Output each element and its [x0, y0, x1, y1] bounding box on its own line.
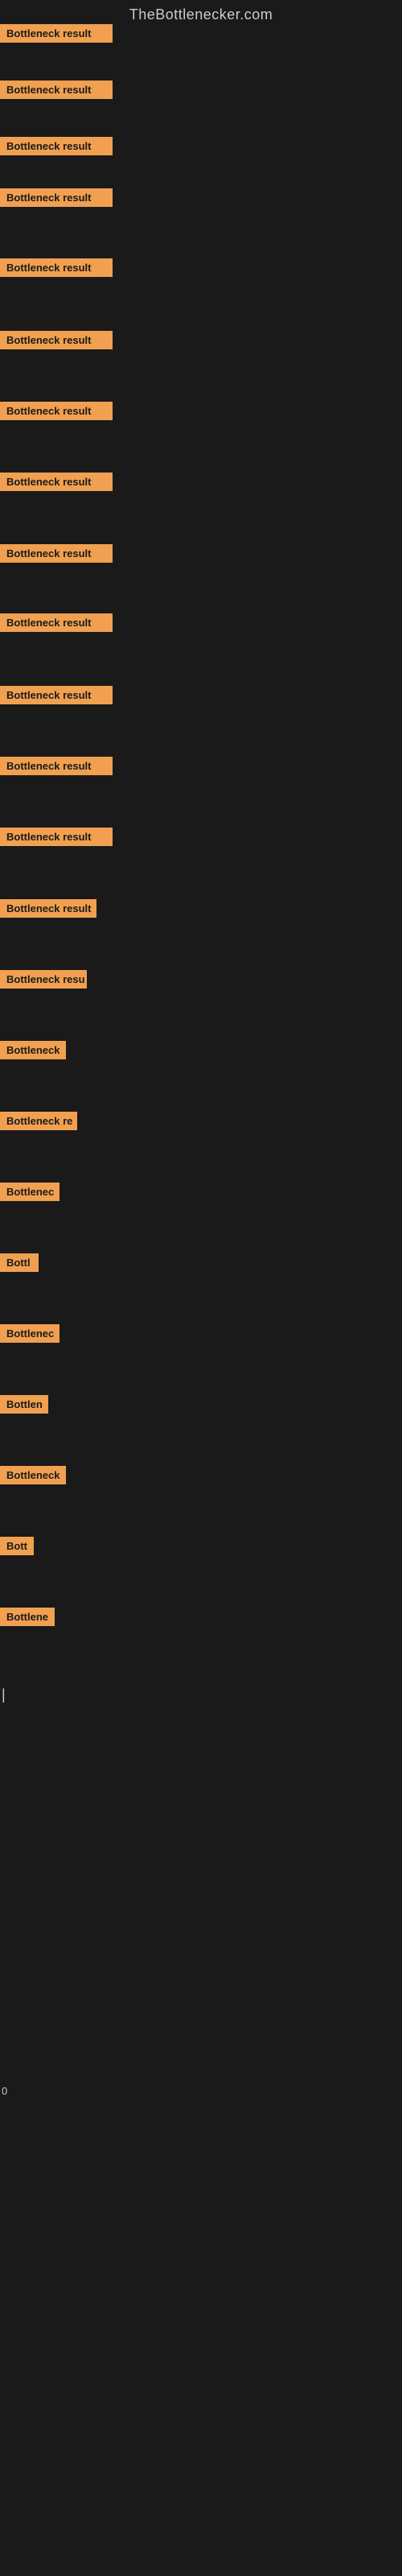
bottleneck-result-badge: Bottleneck result	[0, 137, 113, 155]
bottleneck-result-badge: Bottleneck result	[0, 402, 113, 420]
bottleneck-result-badge: Bottleneck result	[0, 24, 113, 43]
bottleneck-result-badge: Bottleneck result	[0, 473, 113, 491]
bottleneck-result-badge: Bottleneck result	[0, 613, 113, 632]
text-cursor: |	[2, 1686, 6, 1703]
bottleneck-result-badge: Bottleneck re	[0, 1112, 77, 1130]
bottleneck-result-badge: Bottleneck resu	[0, 970, 87, 989]
bottleneck-result-badge: Bottleneck result	[0, 331, 113, 349]
small-character: 0	[2, 2085, 7, 2097]
bottleneck-result-badge: Bottleneck result	[0, 80, 113, 99]
bottleneck-result-badge: Bottleneck result	[0, 686, 113, 704]
bottleneck-result-badge: Bott	[0, 1537, 34, 1555]
bottleneck-result-badge: Bottl	[0, 1253, 39, 1272]
bottleneck-result-badge: Bottleneck result	[0, 828, 113, 846]
bottleneck-result-badge: Bottleneck result	[0, 544, 113, 563]
bottleneck-result-badge: Bottleneck result	[0, 188, 113, 207]
bottleneck-result-badge: Bottlenec	[0, 1183, 59, 1201]
bottleneck-result-badge: Bottleneck	[0, 1041, 66, 1059]
bottleneck-result-badge: Bottlenec	[0, 1324, 59, 1343]
bottleneck-result-badge: Bottleneck result	[0, 258, 113, 277]
bottleneck-result-badge: Bottleneck	[0, 1466, 66, 1484]
bottleneck-result-badge: Bottleneck result	[0, 757, 113, 775]
bottleneck-result-badge: Bottleneck result	[0, 899, 96, 918]
bottleneck-result-badge: Bottlen	[0, 1395, 48, 1414]
bottleneck-result-badge: Bottlene	[0, 1608, 55, 1626]
